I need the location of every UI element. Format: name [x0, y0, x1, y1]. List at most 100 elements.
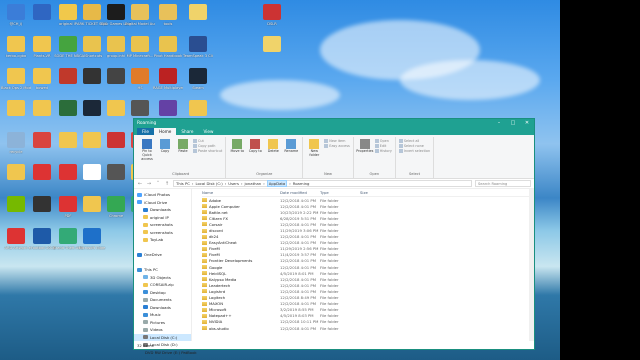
breadcrumb-segment[interactable]: Users [228, 181, 239, 186]
desktop-icon[interactable]: bowed [28, 68, 56, 104]
nav-item[interactable]: ToyLab [134, 236, 191, 244]
tab-share[interactable]: Share [176, 128, 198, 135]
tab-home[interactable]: Home [154, 128, 177, 135]
nav-item[interactable]: Videos [134, 326, 191, 334]
desktop-icon[interactable] [184, 4, 212, 40]
nav-item[interactable]: Downloads [134, 206, 191, 214]
nav-item[interactable]: Pictures [134, 319, 191, 327]
nav-item[interactable]: Downloads [134, 304, 191, 312]
recent-chevron-icon[interactable]: ˅ [155, 181, 161, 187]
desktop-icon[interactable]: Steam [184, 68, 212, 104]
ribbon-button[interactable]: New folder [306, 137, 322, 172]
nav-item[interactable]: original IP [134, 214, 191, 222]
breadcrumb-segment[interactable]: This PC [176, 181, 190, 186]
column-size[interactable]: Size [360, 190, 390, 195]
breadcrumb-segment[interactable]: jonathan [244, 181, 261, 186]
desktop-icon[interactable]: HS [126, 68, 154, 104]
minimize-icon[interactable]: – [492, 120, 506, 126]
desktop-icon[interactable]: Microsoft Edge [78, 228, 106, 264]
nav-item[interactable]: Documents [134, 296, 191, 304]
desktop-icon[interactable] [28, 4, 56, 40]
desktop-icon[interactable]: TeamSpeak 3 Client [183, 36, 213, 72]
desktop-icon[interactable]: Plants-VR [28, 36, 56, 72]
column-date[interactable]: Date modified [280, 190, 320, 195]
breadcrumb-separator-icon[interactable]: › [263, 181, 265, 186]
desktop-icon[interactable] [258, 36, 286, 72]
desktop-icon[interactable]: ARD Artwork [2, 228, 30, 264]
desktop-icon[interactable] [2, 196, 30, 232]
ribbon-button[interactable]: Copy [157, 137, 173, 172]
ribbon-small-button[interactable]: New item [324, 139, 350, 143]
forward-arrow-icon[interactable]: → [146, 181, 152, 187]
ribbon-small-button[interactable]: Select all [398, 139, 430, 143]
nav-item[interactable]: DVD RW Drive (E:) PatBook [134, 349, 197, 357]
ribbon-button[interactable]: Copy to [247, 137, 263, 172]
nav-item[interactable]: OneDrive [134, 251, 191, 259]
nav-item[interactable]: Desktop [134, 289, 191, 297]
nav-item[interactable]: Local Disk (C:) [134, 333, 191, 341]
ribbon-small-button[interactable]: Edit [374, 144, 392, 148]
breadcrumb-separator-icon[interactable]: › [241, 181, 243, 186]
title-bar[interactable]: Roaming – □ ✕ [134, 119, 534, 127]
nav-item[interactable]: iCloud Drive [134, 199, 191, 207]
close-icon[interactable]: ✕ [520, 120, 534, 126]
ribbon-button[interactable]: Properties [356, 137, 373, 172]
vertical-scrollbar[interactable] [529, 189, 534, 341]
folder-icon [202, 283, 207, 288]
desktop-icon[interactable]: recycle [2, 132, 30, 168]
breadcrumb-separator-icon[interactable]: › [225, 181, 227, 186]
breadcrumb-separator-icon[interactable]: › [289, 181, 291, 186]
ribbon-button[interactable]: Delete [265, 137, 281, 172]
ribbon-small-button[interactable]: Copy path [193, 144, 222, 148]
ribbon-small-button[interactable]: Invert selection [398, 149, 430, 153]
desktop-icon[interactable] [28, 196, 56, 232]
file-row[interactable]: obs-studio 12/2/2018 4:01 PM File folder [202, 325, 534, 331]
desktop-icon[interactable]: Digital Model Audio [125, 4, 155, 40]
nav-item[interactable]: CORSAIR.zip [134, 281, 191, 289]
breadcrumb-segment[interactable]: Local Disk (C:) [195, 181, 222, 186]
desktop-icon[interactable]: Pivot Handbook [154, 36, 182, 72]
desktop-icon[interactable] [2, 100, 30, 136]
desktop-icon[interactable] [2, 164, 30, 200]
breadcrumb-separator-icon[interactable]: › [192, 181, 194, 186]
desktop-icon[interactable]: eFootball 2018 [28, 228, 56, 264]
desktop-icon[interactable]: tools [154, 4, 182, 40]
back-arrow-icon[interactable]: ← [137, 181, 143, 187]
nav-item[interactable]: Music [134, 311, 191, 319]
desktop-icon[interactable]: MP Minecraft... [126, 36, 154, 72]
desktop-icon[interactable]: @CH_iJ [2, 4, 30, 40]
desktop-icon[interactable]: kerbo-cgba [2, 36, 30, 72]
address-bar[interactable]: This PC › Local Disk (C:) › Users › jonathan › A… [173, 180, 472, 187]
ribbon-small-button[interactable]: Paste shortcut [193, 149, 222, 153]
nav-item[interactable]: screenshots [134, 221, 191, 229]
desktop-icon[interactable] [28, 132, 56, 168]
nav-item[interactable]: screenshots [134, 229, 191, 237]
nav-item[interactable]: This PC [134, 266, 191, 274]
breadcrumb-segment[interactable]: AppData [266, 180, 288, 187]
ribbon-small-button[interactable]: Select none [398, 144, 430, 148]
ribbon-button[interactable]: Move to [229, 137, 245, 172]
desktop-icon[interactable]: Black Ops 2 Mod [1, 68, 31, 104]
ribbon-small-button[interactable]: Easy access [324, 144, 350, 148]
ribbon-small-button[interactable]: History [374, 149, 392, 153]
ribbon-button[interactable]: Rename [283, 137, 299, 172]
desktop-icon[interactable] [28, 164, 56, 200]
column-type[interactable]: Type [320, 190, 360, 195]
maximize-icon[interactable]: □ [506, 120, 520, 126]
up-arrow-icon[interactable]: ↑ [164, 181, 170, 187]
ribbon-small-button[interactable]: Open [374, 139, 392, 143]
ribbon-button[interactable]: Paste [175, 137, 191, 172]
desktop-icon[interactable] [28, 100, 56, 136]
tab-file[interactable]: File [137, 128, 155, 135]
nav-item[interactable]: iCloud Photos [134, 191, 191, 199]
nav-item[interactable]: 3D Objects [134, 274, 191, 282]
breadcrumb-segment[interactable]: Roaming [293, 181, 310, 186]
ribbon-button[interactable]: Pin to Quick access [139, 137, 155, 172]
app-icon [33, 100, 51, 116]
desktop-icon[interactable]: DSLR [258, 4, 286, 40]
ribbon-small-button[interactable]: Cut [193, 139, 222, 143]
column-name[interactable]: Name [202, 190, 280, 195]
desktop-icon[interactable]: RAGE Multiplayer [153, 68, 183, 104]
tab-view[interactable]: View [198, 128, 218, 135]
search-box[interactable]: Search Roaming [475, 180, 531, 187]
